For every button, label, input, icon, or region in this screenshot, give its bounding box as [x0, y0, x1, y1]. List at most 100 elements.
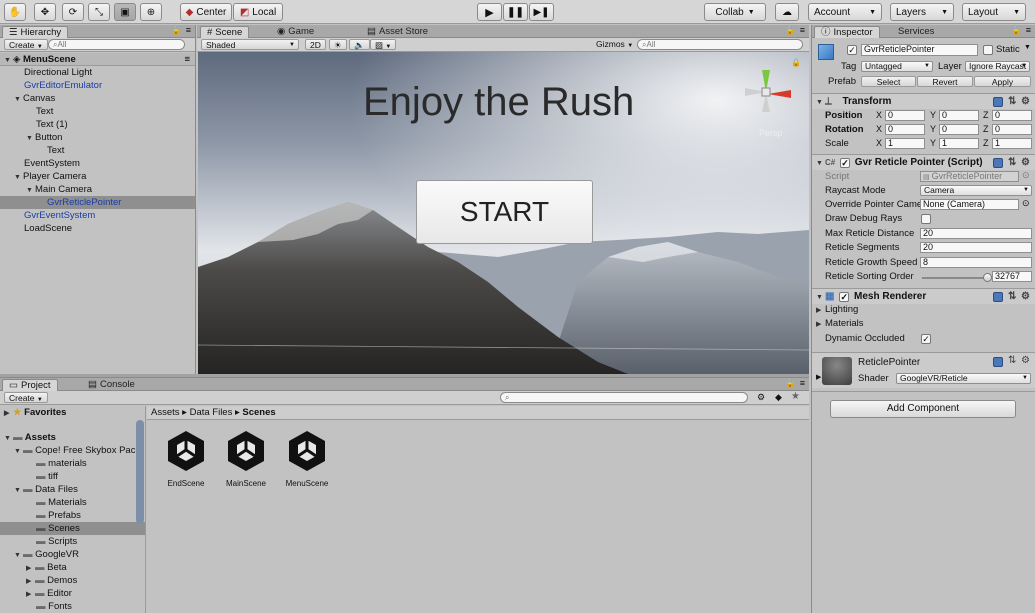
max-distance-field[interactable]: 20 [920, 228, 1032, 239]
folder-item[interactable]: ▬ Materials [0, 496, 145, 509]
menu-icon[interactable]: ≡ [800, 25, 805, 35]
scene-viewport[interactable]: Enjoy the Rush START Persp 🔒 [198, 52, 809, 374]
axis-z-label[interactable]: Z [983, 138, 989, 148]
override-camera-field[interactable]: None (Camera) [920, 199, 1019, 210]
filter-by-label-icon[interactable]: ◆ [775, 392, 782, 403]
folder-item[interactable]: ▼ ▬ Data Files [0, 483, 145, 496]
scale-x-field[interactable]: 1 [885, 138, 925, 149]
hierarchy-item[interactable]: ▼ Player Camera [0, 170, 195, 183]
draw-debug-rays-checkbox[interactable] [921, 214, 931, 224]
tab-inspector[interactable]: ⓘ Inspector [814, 26, 880, 38]
expand-arrow-icon[interactable]: ▼ [816, 95, 825, 110]
hierarchy-item[interactable]: ▼ Main Camera [0, 183, 195, 196]
axis-y-label[interactable]: Y [930, 124, 936, 134]
expand-arrow-icon[interactable]: ▶ [816, 304, 825, 318]
lock-icon[interactable]: 🔒 [785, 26, 795, 35]
tab-hierarchy[interactable]: ☰ Hierarchy [2, 26, 69, 38]
hierarchy-item[interactable]: GvrEventSystem [0, 209, 195, 222]
hierarchy-search-input[interactable]: ⌕All [48, 39, 185, 50]
add-component-button[interactable]: Add Component [830, 400, 1016, 418]
effects-dropdown[interactable]: ▨ ▼ [370, 39, 397, 50]
axis-y-label[interactable]: Y [930, 110, 936, 120]
sorting-slider-track[interactable] [922, 277, 988, 279]
prefab-select-button[interactable]: Select [861, 76, 916, 87]
lighting-foldout[interactable]: ▶ Lighting [812, 303, 1035, 317]
gear-icon[interactable]: ⚙ [1021, 94, 1030, 109]
rotation-y-field[interactable]: 0 [939, 124, 979, 135]
mesh-renderer-header[interactable]: ▼ ▦ ✓ Mesh Renderer ⇅ ⚙ [812, 288, 1035, 304]
help-book-icon[interactable] [993, 158, 1003, 168]
asset-file[interactable]: EndScene [158, 428, 214, 494]
asset-file[interactable]: MainScene [218, 428, 274, 494]
object-picker-icon[interactable]: ⊙ [1022, 198, 1030, 209]
folder-item[interactable]: ▬ Prefabs [0, 509, 145, 522]
breadcrumb-item-current[interactable]: Scenes [242, 407, 275, 418]
audio-toggle[interactable]: 🔈 [349, 39, 370, 50]
folder-item[interactable]: ▬ Fonts [0, 600, 145, 613]
folder-item-selected[interactable]: ▬ Scenes [0, 522, 145, 535]
hierarchy-item[interactable]: GvrEditorEmulator [0, 79, 195, 92]
tab-services[interactable]: Services [892, 26, 940, 38]
favorites-row[interactable]: ▶ ★ Favorites [0, 406, 145, 419]
filter-by-type-icon[interactable]: ⚙ [757, 392, 765, 403]
preset-sliders-icon[interactable]: ⇅ [1008, 155, 1016, 170]
asset-file[interactable]: MenuScene [279, 428, 335, 494]
expand-arrow-icon[interactable]: ▶ [816, 318, 825, 332]
gear-icon[interactable]: ⚙ [1021, 355, 1030, 366]
hierarchy-item[interactable]: EventSystem [0, 157, 195, 170]
preset-sliders-icon[interactable]: ⇅ [1008, 94, 1016, 109]
lock-icon[interactable]: 🔒 [1011, 26, 1021, 35]
axis-x-label[interactable]: X [876, 138, 882, 148]
scene-menu-icon[interactable]: ≡ [184, 53, 190, 66]
axis-x-label[interactable]: X [876, 110, 882, 120]
component-enabled-checkbox[interactable]: ✓ [839, 292, 850, 302]
sorting-slider-thumb[interactable] [983, 273, 992, 282]
expand-arrow-icon[interactable]: ▶ [4, 407, 13, 420]
segments-field[interactable]: 20 [920, 242, 1032, 253]
static-checkbox[interactable] [983, 45, 993, 55]
layers-dropdown[interactable]: Layers ▼ [890, 3, 954, 21]
folder-item[interactable]: ▬ tiff [0, 470, 145, 483]
breadcrumb-item[interactable]: Assets [151, 407, 180, 418]
dynamic-occluded-checkbox[interactable]: ✓ [921, 334, 931, 344]
menu-icon[interactable]: ≡ [186, 25, 191, 35]
transform-tool-button[interactable]: ⊕ [140, 3, 162, 21]
axis-y-label[interactable]: Y [930, 138, 936, 148]
mode-2d-toggle[interactable]: 2D [305, 39, 326, 50]
folder-item[interactable]: ▶ ▬ Beta [0, 561, 145, 574]
hierarchy-item[interactable]: Directional Light [0, 66, 195, 79]
persp-label[interactable]: Persp [759, 128, 783, 138]
tag-dropdown[interactable]: Untagged ▼ [861, 61, 933, 72]
project-create-dropdown[interactable]: Create ▼ [4, 392, 48, 403]
position-x-field[interactable]: 0 [885, 110, 925, 121]
folder-item[interactable]: ▼ ▬ GoogleVR [0, 548, 145, 561]
preset-sliders-icon[interactable]: ⇅ [1008, 355, 1016, 366]
ui-start-button[interactable]: START [416, 180, 593, 244]
hierarchy-item[interactable]: Text [0, 105, 195, 118]
folder-item[interactable]: ▬ Scripts [0, 535, 145, 548]
hand-tool-button[interactable]: ✋ [4, 3, 26, 21]
hierarchy-item-selected[interactable]: GvrReticlePointer [0, 196, 195, 209]
preset-sliders-icon[interactable]: ⇅ [1008, 289, 1016, 304]
lighting-toggle[interactable]: ☀ [329, 39, 347, 50]
tab-console[interactable]: ▤ Console [82, 379, 141, 391]
hierarchy-create-dropdown[interactable]: Create ▼ [4, 39, 48, 50]
pivot-local-button[interactable]: ◩ Local [233, 3, 283, 21]
pause-button[interactable]: ❚❚ [503, 3, 528, 21]
expand-arrow-icon[interactable]: ▶ [816, 373, 821, 381]
tab-project[interactable]: ▭ Project [2, 379, 58, 391]
rotation-z-field[interactable]: 0 [992, 124, 1032, 135]
tab-game[interactable]: ◉ Game [271, 26, 320, 38]
lock-icon[interactable]: 🔒 [791, 58, 801, 67]
hierarchy-item[interactable]: ▼ Button [0, 131, 195, 144]
cloud-button[interactable]: ☁ [775, 3, 799, 21]
position-z-field[interactable]: 0 [992, 110, 1032, 121]
shader-dropdown[interactable]: GoogleVR/Reticle ▼ [896, 373, 1031, 384]
scale-z-field[interactable]: 1 [992, 138, 1032, 149]
component-enabled-checkbox[interactable]: ✓ [840, 158, 851, 168]
growth-speed-field[interactable]: 8 [920, 257, 1032, 268]
layer-dropdown[interactable]: Ignore Raycast ▼ [965, 61, 1030, 72]
tree-scrollbar[interactable] [136, 420, 144, 524]
materials-foldout[interactable]: ▶ Materials [812, 317, 1035, 331]
assets-row[interactable]: ▼ ▬ Assets [0, 431, 145, 444]
